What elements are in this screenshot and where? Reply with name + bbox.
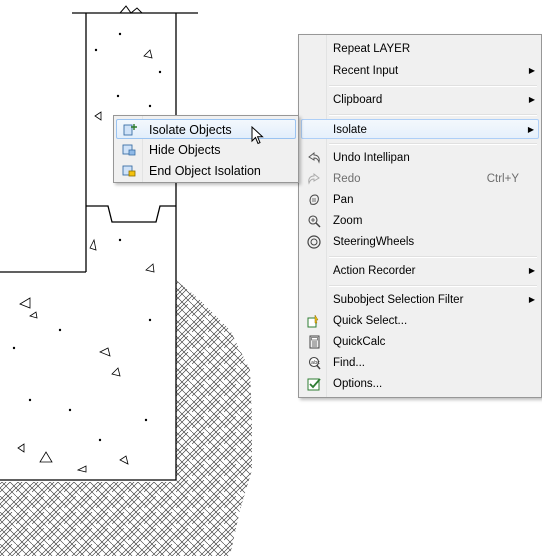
- menu-item-recent-input[interactable]: Recent Input ▶: [301, 61, 539, 81]
- menu-item-zoom[interactable]: Zoom: [301, 211, 539, 231]
- menu-item-pan[interactable]: Pan: [301, 190, 539, 210]
- menu-item-label: Pan: [333, 194, 354, 206]
- submenu-arrow-icon: ▶: [528, 266, 535, 275]
- submenu-item-isolate-objects[interactable]: Isolate Objects: [116, 119, 296, 139]
- pan-hand-icon: [309, 194, 319, 205]
- menu-item-label: Subobject Selection Filter: [333, 294, 464, 306]
- context-menu: Repeat LAYER Recent Input ▶ Clipboard ▶ …: [298, 34, 542, 398]
- menu-item-label: Find...: [333, 357, 365, 369]
- menu-item-label: Repeat LAYER: [333, 43, 411, 55]
- submenu-item-label: Isolate Objects: [149, 123, 232, 137]
- isolate-submenu: Isolate Objects Hide Objects End Object …: [113, 115, 299, 183]
- zoom-magnifier-icon: [308, 215, 321, 228]
- menu-separator: [329, 285, 537, 287]
- menu-item-label: Options...: [333, 378, 383, 390]
- submenu-arrow-icon: ▶: [528, 95, 535, 104]
- menu-item-undo-intellipan[interactable]: Undo Intellipan: [301, 148, 539, 168]
- submenu-arrow-icon: ▶: [528, 295, 535, 304]
- menu-item-label: Action Recorder: [333, 265, 416, 277]
- menu-separator: [329, 85, 537, 87]
- menu-separator: [329, 114, 537, 116]
- mouse-pointer-icon: [251, 126, 264, 145]
- redo-icon: [308, 172, 320, 185]
- menu-item-clipboard[interactable]: Clipboard ▶: [301, 90, 539, 110]
- undo-icon: [308, 151, 320, 164]
- menu-item-repeat-layer[interactable]: Repeat LAYER: [301, 39, 539, 59]
- end-isolation-icon: [122, 165, 136, 177]
- menu-item-steeringwheels[interactable]: SteeringWheels: [301, 232, 539, 252]
- menu-item-label: Quick Select...: [333, 315, 408, 327]
- submenu-arrow-icon: ▶: [527, 125, 534, 134]
- menu-item-label: Redo: [333, 173, 361, 185]
- menu-item-action-recorder[interactable]: Action Recorder ▶: [301, 261, 539, 281]
- isolate-objects-icon: [123, 124, 137, 136]
- menu-item-label: Recent Input: [333, 65, 399, 77]
- find-replace-icon: abc: [308, 356, 321, 370]
- menu-item-subobject-selection-filter[interactable]: Subobject Selection Filter ▶: [301, 290, 539, 310]
- quick-select-icon: [307, 314, 319, 328]
- menu-item-label: Clipboard: [333, 94, 383, 106]
- menu-item-quick-select[interactable]: Quick Select...: [301, 311, 539, 331]
- submenu-item-label: End Object Isolation: [149, 164, 261, 178]
- menu-item-redo[interactable]: Redo Ctrl+Y: [301, 169, 539, 189]
- submenu-item-label: Hide Objects: [149, 143, 221, 157]
- submenu-arrow-icon: ▶: [528, 66, 535, 75]
- svg-text:abc: abc: [311, 360, 320, 366]
- submenu-item-end-object-isolation[interactable]: End Object Isolation: [116, 161, 296, 181]
- menu-item-quickcalc[interactable]: QuickCalc: [301, 332, 539, 352]
- menu-item-shortcut: Ctrl+Y: [486, 173, 519, 185]
- calculator-icon: [309, 335, 320, 349]
- menu-item-label: QuickCalc: [333, 336, 386, 348]
- menu-item-options[interactable]: Options...: [301, 374, 539, 394]
- options-checkbox-icon: [307, 378, 321, 391]
- soil-hatch-area: [0, 270, 252, 556]
- submenu-item-hide-objects[interactable]: Hide Objects: [116, 140, 296, 160]
- steering-wheel-icon: [307, 235, 321, 249]
- menu-item-label: Zoom: [333, 215, 363, 227]
- menu-item-label: Isolate: [333, 124, 367, 136]
- menu-item-find[interactable]: abc Find...: [301, 353, 539, 373]
- menu-separator: [329, 143, 537, 145]
- hide-objects-icon: [122, 144, 136, 156]
- menu-item-label: SteeringWheels: [333, 236, 415, 248]
- menu-item-label: Undo Intellipan: [333, 152, 410, 164]
- menu-item-isolate[interactable]: Isolate ▶: [301, 119, 539, 139]
- menu-separator: [329, 256, 537, 258]
